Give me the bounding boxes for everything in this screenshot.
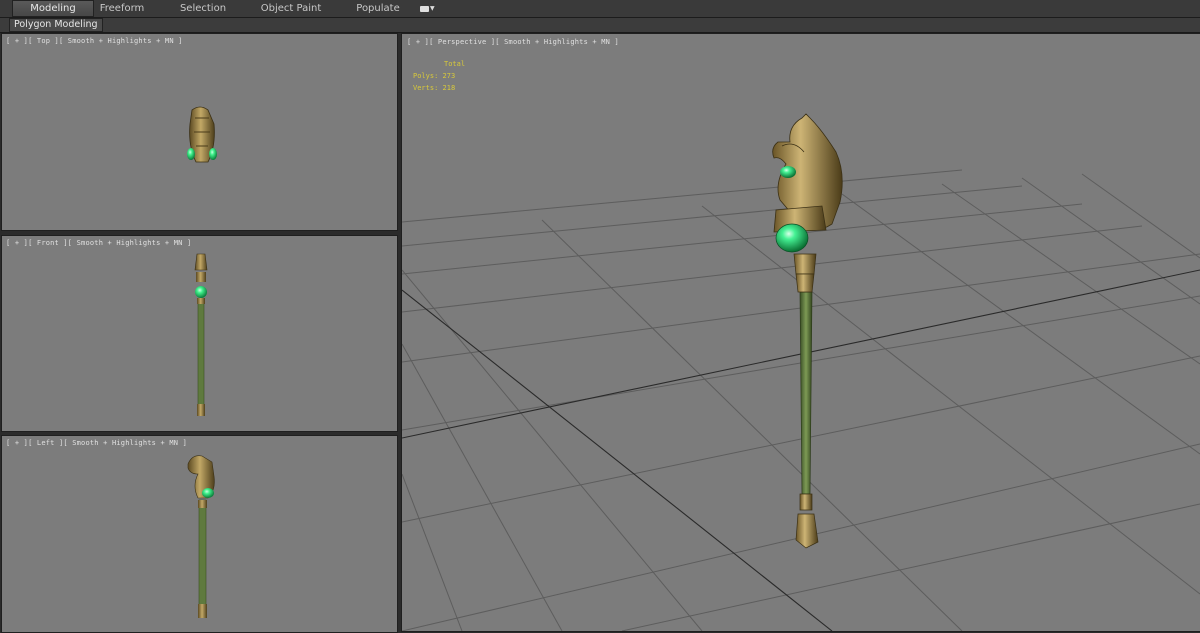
viewport-top[interactable]: [ + ][ Top ][ Smooth + Highlights + MN ]: [1, 33, 398, 231]
ribbon-options-button[interactable]: ▼: [420, 3, 438, 14]
viewport-front[interactable]: [ + ][ Front ][ Smooth + Highlights + MN…: [1, 235, 398, 432]
tab-modeling[interactable]: Modeling: [12, 0, 94, 17]
top-view-model: [187, 106, 217, 163]
dropdown-arrow-icon: ▼: [430, 5, 435, 12]
tab-freeform[interactable]: Freeform: [92, 1, 152, 16]
tab-populate[interactable]: Populate: [352, 1, 404, 16]
polygon-modeling-panel-button[interactable]: Polygon Modeling: [9, 18, 103, 32]
tab-object-paint[interactable]: Object Paint: [256, 1, 326, 16]
viewport-perspective[interactable]: [ + ][ Perspective ][ Smooth + Highlight…: [401, 33, 1200, 632]
viewport-left[interactable]: [ + ][ Left ][ Smooth + Highlights + MN …: [1, 435, 398, 633]
camera-icon: [420, 5, 429, 12]
staff-model: [772, 113, 843, 549]
ribbon-tab-bar: Modeling Freeform Selection Object Paint…: [0, 0, 1200, 18]
left-view-model: [187, 455, 215, 618]
tab-selection[interactable]: Selection: [172, 1, 234, 16]
ribbon-panel: Polygon Modeling: [0, 18, 1200, 33]
front-view-model: [194, 253, 208, 416]
